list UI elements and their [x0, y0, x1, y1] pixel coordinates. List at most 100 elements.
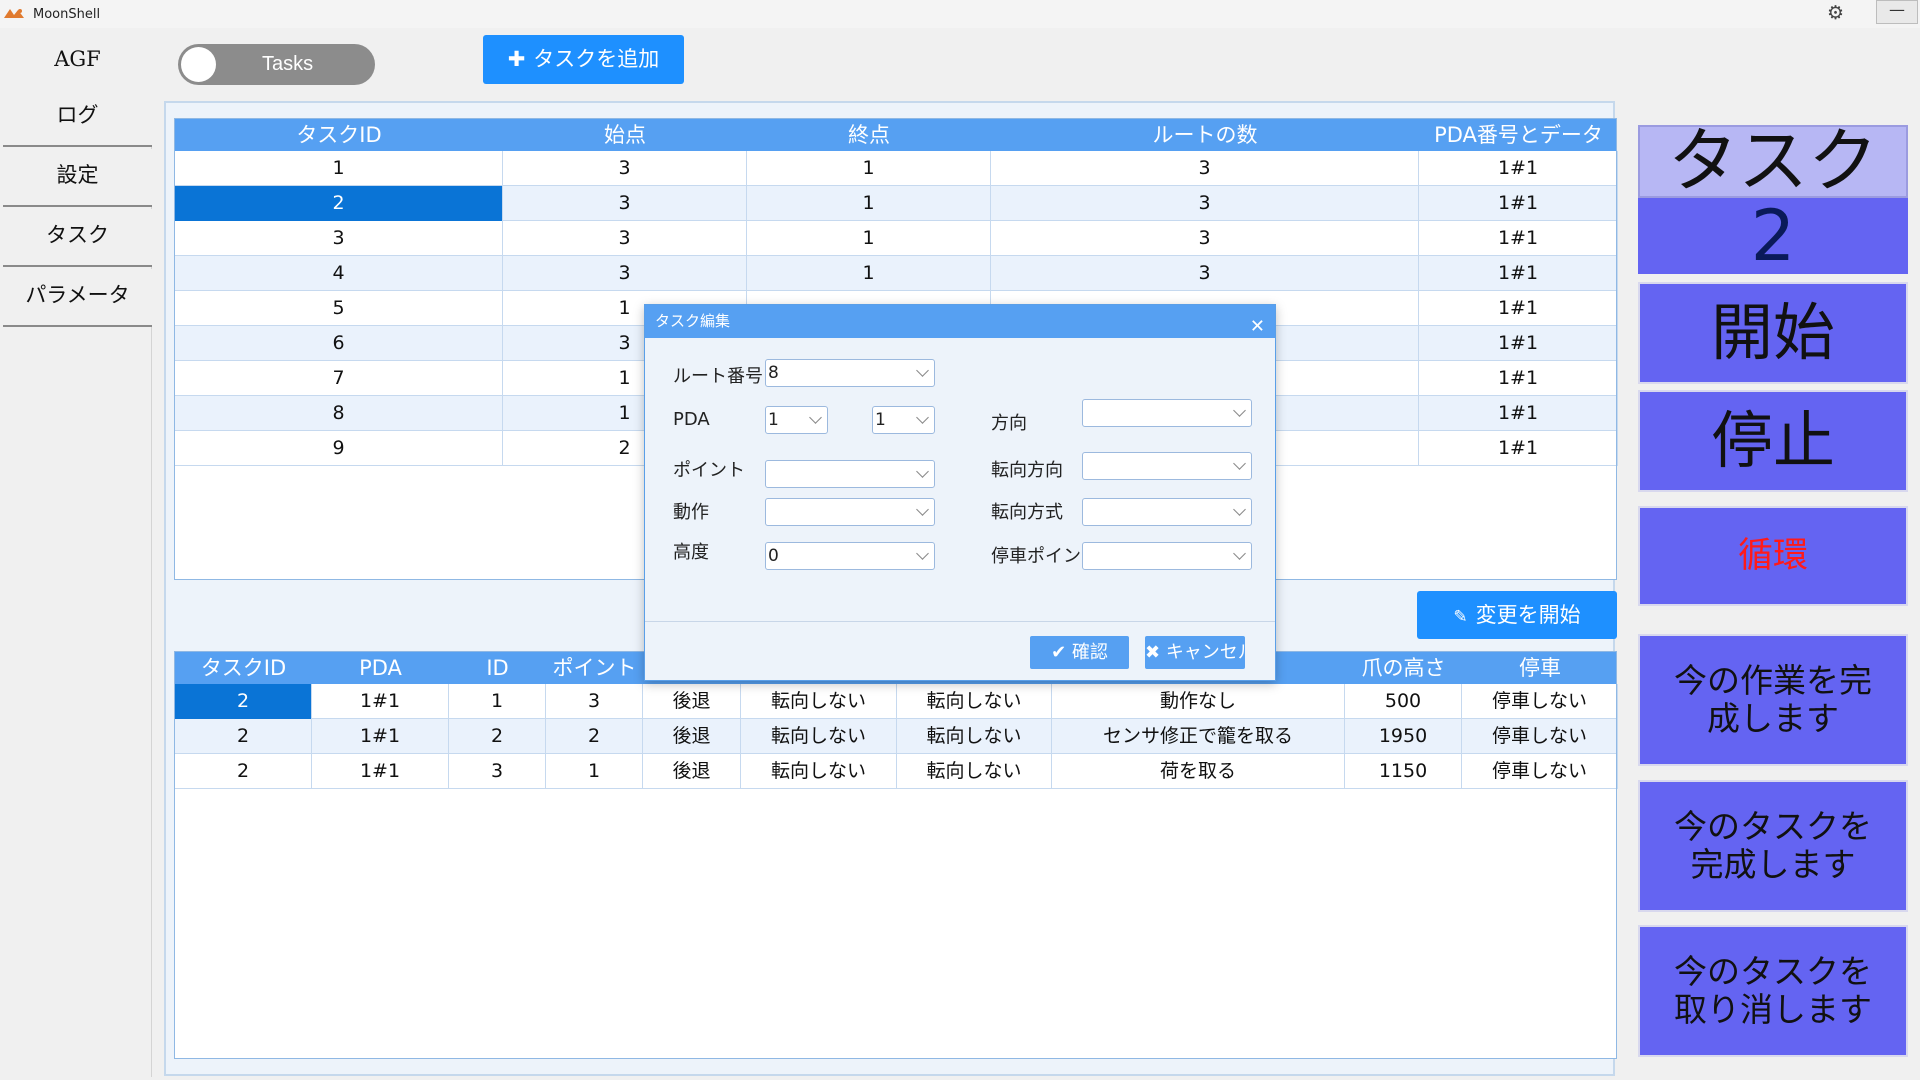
table-cell: 1	[747, 221, 991, 256]
confirm-button[interactable]: ✔ 確認	[1030, 636, 1129, 669]
table-cell: 1	[747, 151, 991, 186]
table-cell: 転向しない	[897, 684, 1052, 719]
task-edit-dialog: タスク編集 ✕ ルート番号 8 PDA 1 1 方向 ポイント 転向方向 動作 …	[644, 304, 1276, 681]
chevron-down-icon	[916, 503, 929, 516]
route-no-value: 8	[768, 363, 779, 383]
cancel-button[interactable]: ✖ キャンセル	[1145, 636, 1245, 669]
table-row[interactable]: 3 3 1 3 1#1	[175, 221, 1618, 256]
table-row[interactable]: 1 3 1 3 1#1	[175, 151, 1618, 186]
table-cell: 荷を取る	[1052, 754, 1345, 789]
table-cell: 後退	[643, 719, 741, 754]
dialog-footer: ✔ 確認 ✖ キャンセル	[645, 621, 1275, 680]
table-row[interactable]: 4 3 1 3 1#1	[175, 256, 1618, 291]
loop-button[interactable]: 循環	[1638, 506, 1908, 606]
column-header[interactable]: ルートの数	[991, 119, 1419, 151]
app-logo-icon	[4, 9, 24, 18]
table-row[interactable]: 2 1#1 1 3 後退 転向しない 転向しない 動作なし 500 停車しない	[175, 684, 1618, 719]
table-cell: 1#1	[312, 684, 449, 719]
table-cell: 1	[747, 186, 991, 221]
table-cell: 3	[503, 256, 747, 291]
table-cell: 1	[747, 256, 991, 291]
table-cell: 2	[175, 719, 312, 754]
minimize-button[interactable]: —	[1876, 0, 1918, 24]
table-cell: 1	[546, 754, 643, 789]
action-select[interactable]	[765, 498, 935, 526]
chevron-down-icon	[916, 547, 929, 560]
table-cell: 1#1	[1419, 256, 1618, 291]
table-row[interactable]: 2 3 1 3 1#1	[175, 186, 1618, 221]
task-panel-title: タスク	[1638, 125, 1908, 198]
tasks-toggle[interactable]: Tasks	[178, 44, 375, 85]
stop-button[interactable]: 停止	[1638, 390, 1908, 492]
table-cell: 1	[175, 151, 503, 186]
table-cell: 1#1	[312, 754, 449, 789]
direction-select[interactable]	[1082, 399, 1252, 427]
start-change-label: 変更を開始	[1475, 603, 1581, 627]
pda-value-1: 1	[768, 410, 779, 430]
turn-method-select[interactable]	[1082, 498, 1252, 526]
table-cell: 停車しない	[1462, 754, 1618, 789]
sidebar-item-log[interactable]: ログ	[3, 89, 152, 147]
add-task-button[interactable]: ✚ タスクを追加	[483, 35, 684, 84]
sidebar-item-tasks[interactable]: タスク	[3, 209, 152, 267]
table-cell: 動作なし	[1052, 684, 1345, 719]
table-cell: 6	[175, 326, 503, 361]
column-header[interactable]: PDA	[312, 652, 449, 684]
table-cell: 後退	[643, 684, 741, 719]
table-cell: 1#1	[1419, 361, 1618, 396]
table-cell: 1#1	[1419, 326, 1618, 361]
start-change-button[interactable]: ✎ 変更を開始	[1417, 591, 1617, 639]
stop-point-label: 停車ポイント	[991, 546, 1081, 567]
table-cell: 2	[175, 754, 312, 789]
chevron-down-icon	[809, 411, 822, 424]
table-cell: 3	[503, 151, 747, 186]
complete-task-button[interactable]: 今のタスクを完成します	[1638, 780, 1908, 912]
pda-select-1[interactable]: 1	[765, 406, 828, 434]
sidebar-item-settings[interactable]: 設定	[3, 149, 152, 207]
table-cell: 1#1	[1419, 151, 1618, 186]
add-task-label: タスクを追加	[533, 47, 660, 71]
table-cell: 停車しない	[1462, 719, 1618, 754]
sidebar-item-agf[interactable]: AGF	[3, 33, 152, 91]
sidebar-item-parameters[interactable]: パラメータ	[3, 269, 152, 327]
toggle-label: Tasks	[262, 53, 314, 75]
point-select[interactable]	[765, 460, 935, 488]
cross-icon: ✖	[1145, 642, 1166, 663]
column-header[interactable]: タスクID	[175, 119, 503, 151]
table-cell: 1#1	[312, 719, 449, 754]
column-header[interactable]: 停車	[1462, 652, 1618, 684]
table-cell: 1#1	[1419, 221, 1618, 256]
table-cell: 転向しない	[741, 684, 897, 719]
start-button[interactable]: 開始	[1638, 282, 1908, 384]
table-cell: センサ修正で籠を取る	[1052, 719, 1345, 754]
confirm-label: 確認	[1071, 642, 1108, 663]
height-label: 高度	[673, 542, 709, 563]
table-row[interactable]: 2 1#1 2 2 後退 転向しない 転向しない センサ修正で籠を取る 1950 停車しない	[175, 719, 1618, 754]
cancel-task-button[interactable]: 今のタスクを取り消します	[1638, 925, 1908, 1057]
column-header[interactable]: タスクID	[175, 652, 312, 684]
table-row[interactable]: 2 1#1 3 1 後退 転向しない 転向しない 荷を取る 1150 停車しない	[175, 754, 1618, 789]
complete-work-button[interactable]: 今の作業を完成します	[1638, 634, 1908, 766]
table-cell: 転向しない	[897, 754, 1052, 789]
chevron-down-icon	[1233, 404, 1246, 417]
turn-direction-select[interactable]	[1082, 452, 1252, 480]
column-header[interactable]: 爪の高さ	[1345, 652, 1462, 684]
column-header[interactable]: PDA番号とデータ	[1419, 119, 1618, 151]
route-no-select[interactable]: 8	[765, 359, 935, 387]
sidebar: AGF ログ 設定 タスク パラメータ	[0, 33, 152, 1077]
edit-icon: ✎	[1453, 607, 1468, 627]
routes-table: タスクID PDA ID ポイント 爪の高さ 停車 2 1#1 1 3 後退 転向しない 転向しない動…	[174, 651, 1618, 1059]
height-select[interactable]: 0	[765, 542, 935, 570]
column-header[interactable]: 始点	[503, 119, 747, 151]
table-cell: 後退	[643, 754, 741, 789]
toggle-knob	[181, 47, 216, 82]
settings-gear-icon[interactable]: ⚙	[1827, 2, 1844, 24]
column-header[interactable]: ポイント	[546, 652, 643, 684]
column-header[interactable]: ID	[449, 652, 546, 684]
pda-select-2[interactable]: 1	[872, 406, 935, 434]
stop-point-select[interactable]	[1082, 542, 1252, 570]
table-cell: 3	[175, 221, 503, 256]
height-value: 0	[768, 546, 779, 566]
column-header[interactable]: 終点	[747, 119, 991, 151]
dialog-body: ルート番号 8 PDA 1 1 方向 ポイント 転向方向 動作 転向方式 高度 …	[645, 338, 1275, 621]
